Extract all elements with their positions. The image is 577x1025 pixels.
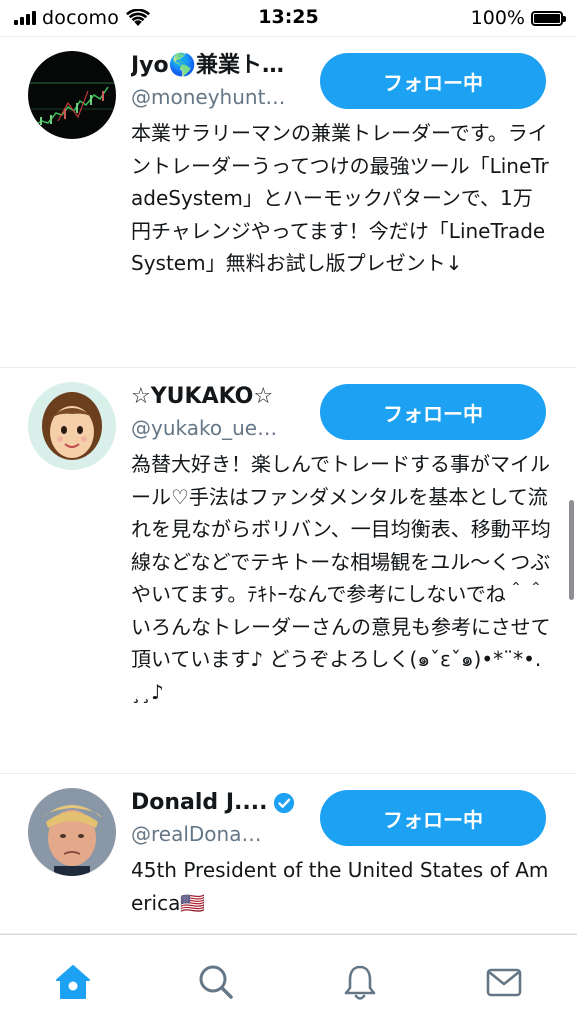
avatar[interactable] <box>28 51 116 139</box>
tab-search[interactable] <box>194 960 238 1004</box>
user-bio: 本業サラリーマンの兼業トレーダーです。ライントレーダーうってつけの最強ツール「L… <box>131 121 549 275</box>
following-list[interactable]: Jyo🌎兼業ト… @moneyhunt… フォロー中 本業サラリーマンの兼業トレ… <box>0 37 577 934</box>
following-button[interactable]: フォロー中 <box>320 53 546 109</box>
mail-icon <box>486 968 522 997</box>
user-cell[interactable]: Jyo🌎兼業ト… @moneyhunt… フォロー中 本業サラリーマンの兼業トレ… <box>0 37 577 368</box>
user-bio: 45th President of the United States of A… <box>131 858 549 915</box>
bell-icon <box>344 965 376 1000</box>
tab-bar <box>0 934 577 1025</box>
user-handle[interactable]: @realDona… <box>131 820 309 848</box>
tab-messages[interactable] <box>482 960 526 1004</box>
battery-icon <box>531 10 566 26</box>
following-button[interactable]: フォロー中 <box>320 790 546 846</box>
tab-notifications[interactable] <box>338 960 382 1004</box>
user-name[interactable]: Jyo🌎兼業ト… <box>131 51 313 81</box>
battery-level-fill <box>534 13 560 23</box>
battery-percentage: 100% <box>470 7 525 29</box>
name-row: Donald J.... <box>131 788 295 818</box>
cartoon-girl-avatar-image <box>28 382 116 470</box>
user-handle[interactable]: @yukako_ue… <box>131 414 309 442</box>
status-right: 100% <box>470 6 566 30</box>
user-name[interactable]: Donald J.... <box>131 788 267 818</box>
home-icon <box>56 965 90 999</box>
user-cell[interactable]: Donald J.... @realDona… フォロー中 45th Presi… <box>0 774 577 934</box>
chart-avatar-image <box>28 51 116 139</box>
status-bar: docomo 13:25 100% <box>0 0 577 37</box>
avatar[interactable] <box>28 788 116 876</box>
verified-badge-icon <box>274 792 295 814</box>
user-name[interactable]: ☆YUKAKO☆ <box>131 382 313 412</box>
avatar[interactable] <box>28 382 116 470</box>
user-cell[interactable]: ☆YUKAKO☆ @yukako_ue… フォロー中 為替大好き！楽しんでトレー… <box>0 368 577 774</box>
search-icon <box>199 965 233 999</box>
portrait-avatar-image <box>28 788 116 876</box>
user-handle[interactable]: @moneyhunt… <box>131 83 309 111</box>
tab-home[interactable] <box>51 960 95 1004</box>
following-button[interactable]: フォロー中 <box>320 384 546 440</box>
scroll-indicator[interactable] <box>569 500 574 600</box>
user-bio: 為替大好き！楽しんでトレードする事がマイルール♡手法はファンダメンタルを基本とし… <box>131 452 553 704</box>
